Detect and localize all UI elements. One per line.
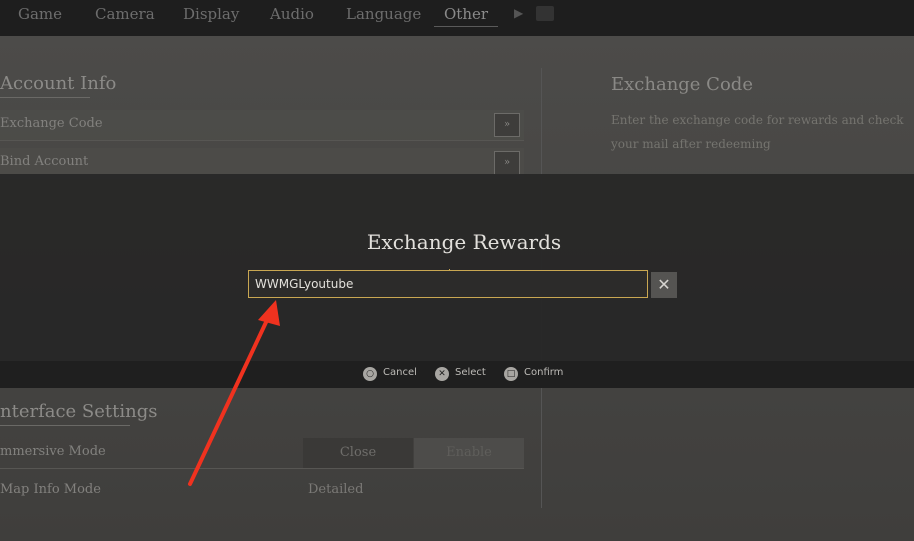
tab-language[interactable]: Language [346,5,421,23]
immersive-close-option[interactable]: Close [303,438,413,468]
exchange-rewards-dialog: Exchange Rewards ✕ [0,174,914,361]
exchange-code-description: Enter the exchange code for rewards and … [611,113,904,151]
square-button-icon: □ [504,367,518,381]
immersive-mode-label: mmersive Mode [0,444,106,459]
map-info-value: Detailed [308,482,364,497]
tab-display[interactable]: Display [183,5,239,23]
confirm-hint[interactable]: Confirm [524,367,563,378]
cancel-hint[interactable]: Cancel [383,367,417,378]
select-hint[interactable]: Select [455,367,486,378]
exchange-code-heading: Exchange Code [611,74,753,95]
settings-tab-bar: Game Camera Display Audio Language Other… [0,0,914,36]
tab-audio[interactable]: Audio [270,5,314,23]
exchange-code-row[interactable]: Exchange Code » [0,110,524,141]
interface-settings-underline [0,425,130,426]
account-info-underline [0,97,90,98]
controller-hint-bar: ○ Cancel ✕ Select □ Confirm [0,361,914,388]
tab-other[interactable]: Other [444,5,488,23]
immersive-enable-option[interactable]: Enable [414,438,524,468]
map-info-label: Map Info Mode [0,482,101,497]
tab-game[interactable]: Game [18,5,62,23]
interface-settings-title: nterface Settings [0,401,158,422]
map-info-row[interactable]: Map Info Mode Detailed [0,476,524,506]
bind-account-open-button[interactable]: » [494,151,520,175]
active-tab-underline [434,26,498,27]
exchange-code-open-button[interactable]: » [494,113,520,137]
close-icon[interactable]: ✕ [651,272,677,298]
bind-account-label: Bind Account [0,154,89,169]
dialog-title: Exchange Rewards [366,230,562,254]
cross-button-icon: ✕ [435,367,449,381]
tab-camera[interactable]: Camera [95,5,155,23]
account-info-title: Account Info [0,73,117,94]
circle-button-icon: ○ [363,367,377,381]
tab-next-arrow-icon[interactable]: ▶ [514,6,523,20]
exchange-code-input[interactable] [248,270,648,298]
exchange-code-label: Exchange Code [0,116,103,131]
tab-shoulder-button-icon [536,6,554,21]
